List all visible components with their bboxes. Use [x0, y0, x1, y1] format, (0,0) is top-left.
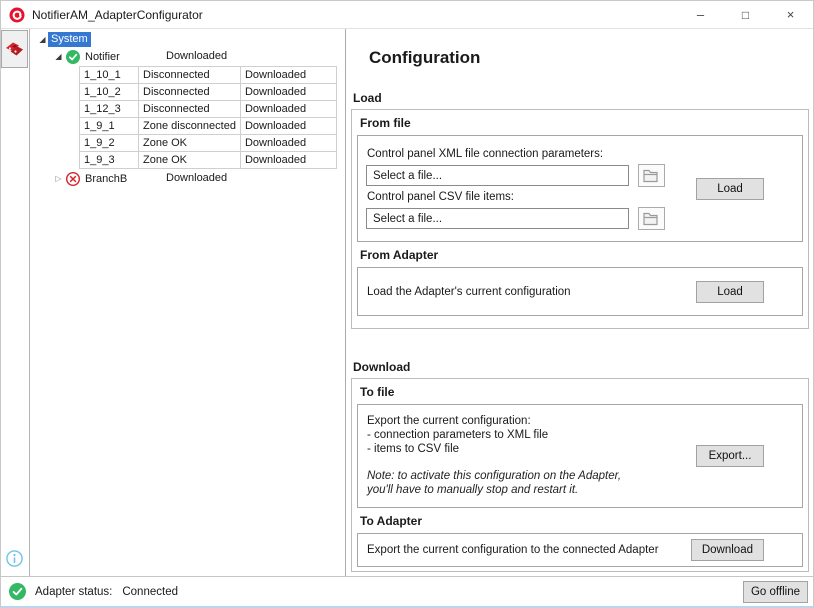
download-groupbox: To file Export the current configuration…: [351, 378, 809, 572]
from-file-heading: From file: [357, 110, 803, 135]
tree-node-branchb[interactable]: ▷ BranchB Downloaded: [30, 170, 345, 187]
item-state-cell: Zone OK: [139, 135, 241, 152]
table-row[interactable]: 1_9_3 Zone OK Downloaded: [80, 152, 337, 169]
maximize-button[interactable]: □: [723, 1, 768, 28]
window-title: NotifierAM_AdapterConfigurator: [32, 8, 678, 22]
status-bar: Adapter status: Connected Go offline: [1, 576, 813, 606]
folder-icon: [643, 212, 660, 226]
notifier-download-status: Downloaded: [166, 50, 227, 62]
load-section-label: Load: [353, 91, 809, 105]
export-note-line-2: you'll have to manually stop and restart…: [367, 483, 793, 497]
item-state-cell: Disconnected: [139, 67, 241, 84]
go-offline-button[interactable]: Go offline: [743, 581, 808, 603]
close-button[interactable]: ×: [768, 1, 813, 28]
table-row[interactable]: 1_9_2 Zone OK Downloaded: [80, 135, 337, 152]
from-adapter-box: Load the Adapter's current configuration…: [357, 267, 803, 316]
item-download-cell: Downloaded: [240, 152, 336, 169]
tree-node-system-label[interactable]: System: [48, 32, 91, 47]
adapter-status-label: Adapter status:: [35, 586, 112, 598]
item-state-cell: Zone OK: [139, 152, 241, 169]
xml-file-input[interactable]: [366, 165, 629, 186]
to-adapter-box: Export the current configuration to the …: [357, 533, 803, 567]
adapter-connected-icon: [9, 583, 26, 600]
csv-file-input[interactable]: [366, 208, 629, 229]
load-groupbox: From file Control panel XML file connect…: [351, 109, 809, 329]
adapter-status-value: Connected: [122, 586, 178, 598]
tree-node-notifier[interactable]: ◢ Notifier Downloaded: [30, 48, 345, 65]
export-button[interactable]: Export...: [696, 445, 764, 467]
item-state-cell: Zone disconnected: [139, 118, 241, 135]
item-id-cell: 1_9_1: [80, 118, 139, 135]
from-adapter-heading: From Adapter: [357, 242, 803, 267]
tree-node-system[interactable]: ◢ System: [30, 31, 345, 48]
item-id-cell: 1_12_3: [80, 101, 139, 118]
export-line-1: Export the current configuration:: [367, 414, 793, 428]
download-section-label: Download: [353, 360, 809, 374]
item-download-cell: Downloaded: [240, 118, 336, 135]
tree-node-branchb-label: BranchB: [85, 173, 127, 185]
notifier-module-button[interactable]: [1, 30, 28, 68]
item-download-cell: Downloaded: [240, 101, 336, 118]
xml-browse-button[interactable]: [638, 164, 665, 187]
load-from-adapter-button[interactable]: Load: [696, 281, 764, 303]
csv-browse-button[interactable]: [638, 207, 665, 230]
expander-expanded-icon[interactable]: ◢: [53, 52, 64, 61]
export-line-2: - connection parameters to XML file: [367, 428, 793, 442]
table-row[interactable]: 1_9_1 Zone disconnected Downloaded: [80, 118, 337, 135]
download-button[interactable]: Download: [691, 539, 764, 561]
expander-expanded-icon[interactable]: ◢: [37, 35, 48, 44]
to-adapter-text: Export the current configuration to the …: [367, 544, 659, 556]
item-download-cell: Downloaded: [240, 135, 336, 152]
status-error-icon: [66, 172, 80, 186]
to-adapter-heading: To Adapter: [357, 508, 803, 533]
item-id-cell: 1_9_3: [80, 152, 139, 169]
minimize-button[interactable]: –: [678, 1, 723, 28]
table-row[interactable]: 1_12_3 Disconnected Downloaded: [80, 101, 337, 118]
info-icon[interactable]: [6, 550, 23, 567]
tool-sidebar: [1, 29, 30, 576]
export-note-line-1: Note: to activate this configuration on …: [367, 469, 793, 483]
table-row[interactable]: 1_10_1 Disconnected Downloaded: [80, 67, 337, 84]
item-state-cell: Disconnected: [139, 101, 241, 118]
application-window: NotifierAM_AdapterConfigurator – □ ×: [0, 0, 814, 608]
title-bar: NotifierAM_AdapterConfigurator – □ ×: [1, 1, 813, 29]
load-from-file-button[interactable]: Load: [696, 178, 764, 200]
app-logo-icon: [9, 7, 25, 23]
item-id-cell: 1_10_1: [80, 67, 139, 84]
page-title: Configuration: [369, 48, 809, 68]
folder-icon: [643, 169, 660, 183]
branchb-download-status: Downloaded: [166, 172, 227, 184]
item-download-cell: Downloaded: [240, 67, 336, 84]
csv-file-row: [366, 207, 794, 230]
device-tree: ◢ System ◢ Notifier Downloaded 1_10_1 Di…: [30, 29, 346, 576]
tree-node-notifier-label: Notifier: [85, 51, 120, 63]
fire-alarm-icon: [4, 40, 25, 59]
expander-collapsed-icon[interactable]: ▷: [53, 174, 64, 183]
from-adapter-text: Load the Adapter's current configuration: [367, 286, 571, 298]
xml-file-label: Control panel XML file connection parame…: [367, 148, 794, 160]
table-row[interactable]: 1_10_2 Disconnected Downloaded: [80, 84, 337, 101]
configuration-panel: Configuration Load From file Control pan…: [346, 29, 813, 576]
from-file-box: Control panel XML file connection parame…: [357, 135, 803, 242]
status-ok-icon: [66, 50, 80, 64]
item-id-cell: 1_9_2: [80, 135, 139, 152]
item-state-cell: Disconnected: [139, 84, 241, 101]
to-file-heading: To file: [357, 379, 803, 404]
main-area: ◢ System ◢ Notifier Downloaded 1_10_1 Di…: [1, 29, 813, 576]
item-download-cell: Downloaded: [240, 84, 336, 101]
zone-items-table: 1_10_1 Disconnected Downloaded 1_10_2 Di…: [79, 66, 337, 169]
to-file-box: Export the current configuration: - conn…: [357, 404, 803, 508]
item-id-cell: 1_10_2: [80, 84, 139, 101]
